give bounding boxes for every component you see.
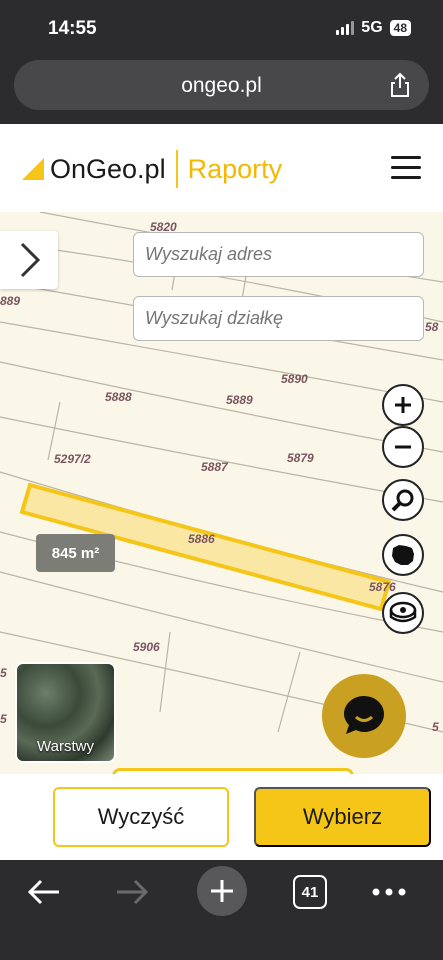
new-tab-button[interactable] bbox=[197, 866, 247, 916]
logo-subtitle: Raporty bbox=[187, 153, 283, 184]
back-arrow-icon[interactable] bbox=[24, 872, 64, 912]
layers-label: Warstwy bbox=[37, 738, 94, 755]
chevron-right-icon bbox=[20, 242, 41, 278]
url-text: ongeo.pl bbox=[181, 74, 262, 97]
more-options-icon[interactable] bbox=[370, 872, 408, 912]
signal-icon bbox=[336, 21, 355, 35]
choose-button[interactable]: Wybierz bbox=[254, 787, 431, 847]
search-address-input[interactable] bbox=[133, 232, 424, 277]
chat-button[interactable] bbox=[322, 674, 406, 758]
browser-address-row: ongeo.pl bbox=[0, 54, 443, 124]
share-icon[interactable] bbox=[389, 72, 411, 103]
logo-text: OnGeo.pl bbox=[50, 153, 166, 184]
plot-label: 5 bbox=[0, 666, 7, 680]
side-panel-toggle[interactable] bbox=[0, 231, 58, 289]
plot-label: 5906 bbox=[133, 640, 160, 654]
area-badge: 845 m² bbox=[36, 534, 115, 572]
plot-label: 5879 bbox=[287, 451, 314, 465]
forward-arrow-icon[interactable] bbox=[112, 872, 152, 912]
logo-divider bbox=[175, 150, 178, 188]
plot-label: 5886 bbox=[188, 532, 215, 546]
plot-label: 5876 bbox=[369, 580, 396, 594]
plot-label: 5297/2 bbox=[54, 452, 91, 466]
zoom-in-button[interactable] bbox=[382, 384, 424, 426]
status-bar: 14:55 5G 48 bbox=[0, 0, 443, 54]
search-tool-button[interactable] bbox=[382, 479, 424, 521]
site-logo[interactable]: OnGeo.pl Raporty bbox=[20, 150, 282, 188]
menu-icon[interactable] bbox=[391, 156, 421, 180]
tape-measure-icon bbox=[389, 601, 417, 623]
measure-tool-button[interactable] bbox=[382, 592, 424, 634]
plus-icon bbox=[211, 880, 233, 902]
tabs-button[interactable]: 41 bbox=[293, 875, 327, 909]
magnifier-icon bbox=[391, 489, 414, 512]
address-bar[interactable]: ongeo.pl bbox=[14, 60, 429, 110]
poland-map-icon bbox=[392, 545, 414, 565]
plot-label: 5 bbox=[0, 712, 7, 726]
country-view-button[interactable] bbox=[382, 534, 424, 576]
browser-toolbar: 41 bbox=[0, 860, 443, 960]
map-view[interactable]: 5820 889 5890 5888 5889 5297/2 5887 5879… bbox=[0, 212, 443, 774]
network-label: 5G bbox=[361, 19, 383, 36]
search-plot-input[interactable] bbox=[133, 296, 424, 341]
layers-button[interactable]: Warstwy bbox=[15, 662, 116, 763]
plot-label: 5889 bbox=[226, 393, 253, 407]
minus-icon bbox=[395, 445, 411, 449]
site-header: OnGeo.pl Raporty bbox=[0, 124, 443, 212]
clear-button[interactable]: Wyczyść bbox=[53, 787, 229, 847]
battery-icon: 48 bbox=[389, 20, 411, 36]
plot-label: 889 bbox=[0, 294, 21, 308]
plot-label: 5890 bbox=[281, 372, 308, 386]
plot-label: 5887 bbox=[201, 460, 228, 474]
zoom-out-button[interactable] bbox=[382, 426, 424, 468]
plot-label: 5 bbox=[432, 720, 439, 734]
plot-label: 58 bbox=[425, 320, 439, 334]
clock: 14:55 bbox=[48, 18, 97, 39]
plot-label: 5888 bbox=[105, 390, 132, 404]
logo-triangle-icon bbox=[22, 158, 44, 180]
status-indicators: 5G 48 bbox=[336, 19, 411, 37]
plus-icon bbox=[395, 397, 411, 413]
action-bar: Wyczyść Wybierz bbox=[0, 774, 443, 860]
chat-bubble-icon bbox=[344, 696, 384, 734]
